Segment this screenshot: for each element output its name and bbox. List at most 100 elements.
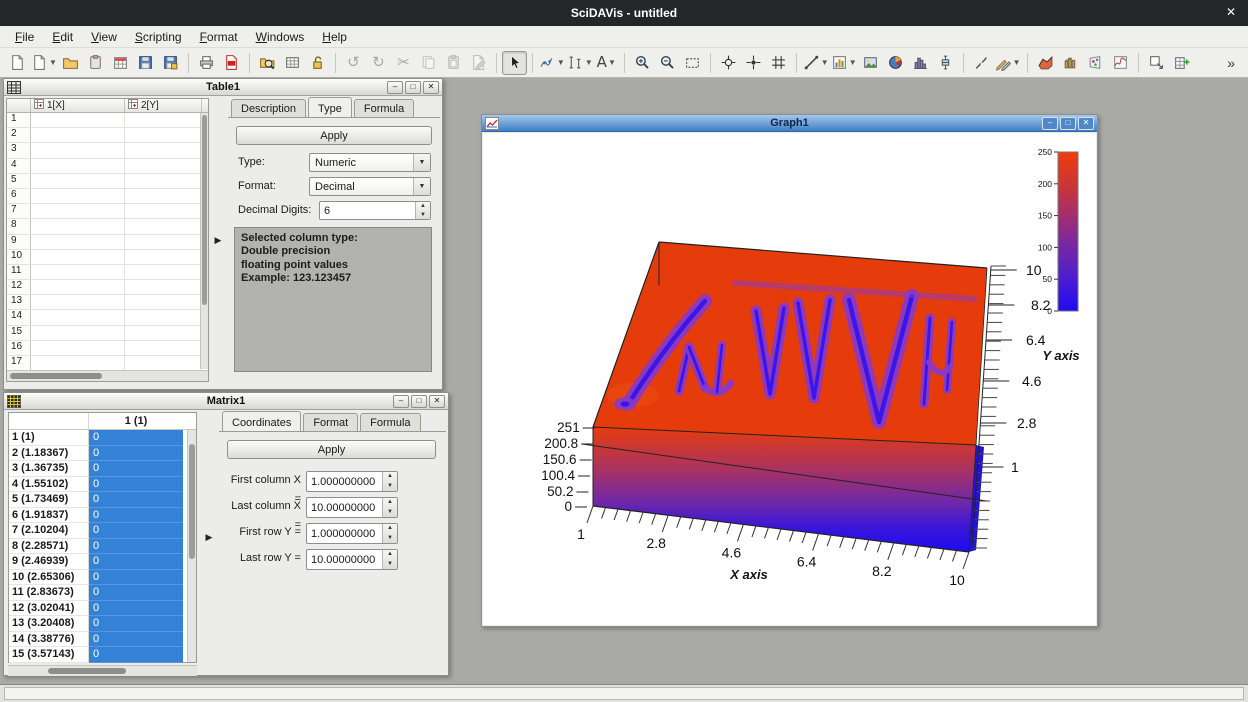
column-header-1[interactable]: 1[X] — [31, 99, 125, 112]
table-cell[interactable] — [125, 235, 202, 249]
plot-histogram-icon[interactable] — [908, 51, 933, 75]
coordinate-field-spinbox[interactable]: 1.000000000▲▼ — [306, 471, 398, 492]
combo-arrow-icon[interactable]: ▼ — [413, 154, 430, 171]
table1-vscrollbar[interactable] — [200, 113, 208, 369]
arrange-layers-icon[interactable] — [1144, 51, 1169, 75]
matrix-cell[interactable]: 0 — [89, 647, 183, 663]
spin-buttons[interactable]: ▲▼ — [382, 498, 397, 517]
row-number[interactable]: 13 — [7, 295, 31, 309]
row-number[interactable]: 6 — [7, 189, 31, 203]
row-number[interactable]: 9 — [7, 235, 31, 249]
table-cell[interactable] — [31, 174, 125, 188]
app-close-button[interactable]: ✕ — [1226, 5, 1236, 19]
matrix1-titlebar[interactable]: Matrix1 – □ ✕ — [4, 393, 448, 410]
menu-windows[interactable]: Windows — [247, 27, 314, 47]
row-number[interactable]: 2 — [7, 128, 31, 142]
tab-formula[interactable]: Formula — [354, 99, 414, 117]
spin-down-icon[interactable]: ▼ — [416, 211, 430, 220]
spin-buttons[interactable]: ▲▼ — [382, 524, 397, 543]
matrix1-close-button[interactable]: ✕ — [429, 395, 445, 408]
row-number[interactable]: 11 — [7, 265, 31, 279]
table1-vscroll-thumb[interactable] — [202, 115, 207, 305]
row-number[interactable]: 8 — [7, 219, 31, 233]
data-reader-icon[interactable] — [741, 51, 766, 75]
open-project-icon[interactable] — [58, 51, 83, 75]
zoom-out-icon[interactable] — [655, 51, 680, 75]
graph1-window[interactable]: Graph1 – □ ✕ 251200.8150.6100.450.2012.8… — [481, 114, 1098, 627]
matrix-cell[interactable]: 0 — [89, 570, 183, 586]
new-window-menu-icon[interactable]: ▼ — [30, 51, 58, 75]
matrix-row-label[interactable]: 9 (2.46939) — [9, 554, 89, 570]
table-cell[interactable] — [31, 265, 125, 279]
import-ascii-icon[interactable] — [108, 51, 133, 75]
zoom-in-icon[interactable] — [630, 51, 655, 75]
matrix-row-label[interactable]: 8 (2.28571) — [9, 539, 89, 555]
menu-file[interactable]: File — [6, 27, 43, 47]
table-cell[interactable] — [31, 113, 125, 127]
matrix1-minimize-button[interactable]: – — [393, 395, 409, 408]
table-cell[interactable] — [31, 204, 125, 218]
format-combobox[interactable]: Decimal ▼ — [309, 177, 431, 196]
graph1-titlebar[interactable]: Graph1 – □ ✕ — [482, 115, 1097, 132]
spin-up-icon[interactable]: ▲ — [383, 472, 397, 482]
table-cell[interactable] — [125, 128, 202, 142]
graph1-minimize-button[interactable]: – — [1042, 117, 1058, 130]
plot-box-icon[interactable] — [933, 51, 958, 75]
table1-grid[interactable]: 1[X]2[Y]1234567891011121314151617 — [6, 98, 209, 382]
spin-buttons[interactable]: ▲▼ — [382, 472, 397, 491]
tab-type[interactable]: Type — [308, 97, 352, 117]
print-icon[interactable] — [194, 51, 219, 75]
draw-line-icon[interactable]: ▼ — [802, 51, 830, 75]
table-cell[interactable] — [125, 295, 202, 309]
table1-close-button[interactable]: ✕ — [423, 81, 439, 94]
table-cell[interactable] — [31, 128, 125, 142]
row-number[interactable]: 5 — [7, 174, 31, 188]
graph1-maximize-button[interactable]: □ — [1060, 117, 1076, 130]
table-cell[interactable] — [31, 295, 125, 309]
matrix-cell[interactable]: 0 — [89, 585, 183, 601]
plot3d-scatter-icon[interactable] — [1083, 51, 1108, 75]
add-text-icon[interactable]: A▼ — [594, 51, 619, 75]
table-cell[interactable] — [31, 219, 125, 233]
plot-vectors-icon[interactable] — [969, 51, 994, 75]
plot3d-bars-icon[interactable] — [1058, 51, 1083, 75]
matrix-cell[interactable]: 0 — [89, 632, 183, 648]
spin-down-icon[interactable]: ▼ — [383, 560, 397, 570]
table-cell[interactable] — [125, 326, 202, 340]
pointer-icon[interactable] — [502, 51, 527, 75]
plot-image-icon[interactable] — [858, 51, 883, 75]
splitter-expand-icon[interactable]: ▶ — [206, 532, 213, 543]
row-number[interactable]: 7 — [7, 204, 31, 218]
save-template-icon[interactable] — [158, 51, 183, 75]
toolbar-overflow-button[interactable]: » — [1219, 55, 1243, 71]
row-number[interactable]: 12 — [7, 280, 31, 294]
table-cell[interactable] — [125, 174, 202, 188]
matrix1-vscroll-thumb[interactable] — [189, 444, 195, 559]
table-cell[interactable] — [125, 219, 202, 233]
table-cell[interactable] — [31, 310, 125, 324]
screen-reader-icon[interactable] — [716, 51, 741, 75]
rescale-icon[interactable] — [680, 51, 705, 75]
table-cell[interactable] — [31, 341, 125, 355]
tab-description[interactable]: Description — [231, 99, 306, 117]
table1-hscrollbar[interactable] — [7, 370, 208, 381]
matrix-row-label[interactable]: 1 (1) — [9, 430, 89, 446]
table-cell[interactable] — [125, 250, 202, 264]
matrix1-panel-splitter[interactable]: ▶ — [200, 412, 218, 663]
matrix-row-label[interactable]: 2 (1.18367) — [9, 446, 89, 462]
spin-buttons[interactable]: ▲▼ — [415, 202, 430, 219]
project-explorer-icon[interactable] — [255, 51, 280, 75]
matrix-row-label[interactable]: 15 (3.57143) — [9, 647, 89, 663]
matrix-cell[interactable]: 0 — [89, 446, 183, 462]
matrix-cell[interactable]: 0 — [89, 461, 183, 477]
menu-scripting[interactable]: Scripting — [126, 27, 191, 47]
open-template-icon[interactable] — [83, 51, 108, 75]
table1-maximize-button[interactable]: □ — [405, 81, 421, 94]
row-number[interactable]: 16 — [7, 341, 31, 355]
matrix-cell[interactable]: 0 — [89, 492, 183, 508]
spin-down-icon[interactable]: ▼ — [383, 534, 397, 544]
plot3d-surface-icon[interactable] — [1033, 51, 1058, 75]
spin-down-icon[interactable]: ▼ — [383, 482, 397, 492]
row-number[interactable]: 3 — [7, 143, 31, 157]
combo-arrow-icon[interactable]: ▼ — [413, 178, 430, 195]
